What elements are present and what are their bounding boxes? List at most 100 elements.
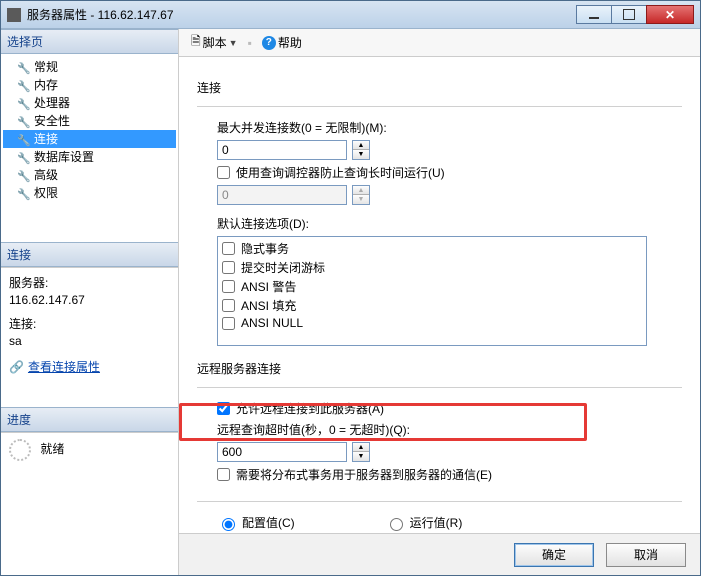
server-label: 服务器: (9, 274, 170, 291)
sidebar-header-conn: 连接 (1, 242, 178, 267)
value-mode-row: 配置值(C) 运行值(R) (217, 514, 682, 531)
sidebar-item-label: 常规 (34, 59, 58, 75)
form-area: 连接 最大并发连接数(0 = 无限制)(M): ▲ ▼ 使用查询调控器防止查询长… (179, 57, 700, 533)
governor-spinner: ▲ ▼ (352, 185, 370, 205)
list-item-checkbox[interactable] (222, 317, 235, 330)
page-tree: 常规 内存 处理器 安全性 连接 数据库设置 高级 权限 (1, 54, 178, 242)
connection-info-panel: 服务器: 116.62.147.67 连接: sa 查看连接属性 (1, 267, 178, 407)
window: 服务器属性 - 116.62.147.67 ✕ 选择页 常规 内存 处理器 安全… (0, 0, 701, 576)
list-item-checkbox[interactable] (222, 261, 235, 274)
server-value: 116.62.147.67 (9, 293, 170, 307)
toolbar-sep: ▪ (248, 36, 252, 50)
use-governor-checkbox[interactable] (217, 166, 230, 179)
run-value-radio[interactable] (390, 518, 403, 531)
sidebar-item-processor[interactable]: 处理器 (3, 94, 176, 112)
content-toolbar: 脚本 ▼ ▪ ? 帮助 (179, 29, 700, 57)
default-opts-list[interactable]: 隐式事务 提交时关闭游标 ANSI 警告 ANSI 填充 ANSI NULL (217, 236, 647, 346)
script-button[interactable]: 脚本 ▼ (187, 30, 242, 55)
sidebar-item-general[interactable]: 常规 (3, 58, 176, 76)
view-conn-props-link[interactable]: 查看连接属性 (28, 358, 100, 375)
run-value-option[interactable]: 运行值(R) (385, 514, 463, 531)
run-value-label: 运行值(R) (410, 514, 463, 531)
spin-down-button[interactable]: ▼ (353, 150, 369, 159)
spin-up-button: ▲ (353, 186, 369, 195)
help-icon: ? (262, 36, 276, 50)
script-icon (191, 32, 201, 53)
list-item-label: ANSI 警告 (241, 278, 296, 295)
sidebar-item-connections[interactable]: 连接 (3, 130, 176, 148)
sidebar-item-label: 处理器 (34, 95, 70, 111)
list-item-label: 提交时关闭游标 (241, 259, 325, 276)
max-conn-input[interactable] (217, 140, 347, 160)
separator (197, 501, 682, 502)
content: 脚本 ▼ ▪ ? 帮助 连接 最大并发连接数(0 = 无限制)(M): ▲ (179, 29, 700, 575)
list-item[interactable]: ANSI 警告 (220, 277, 644, 296)
group-remote: 远程服务器连接 (197, 360, 682, 377)
list-item[interactable]: ANSI 填充 (220, 296, 644, 315)
config-value-option[interactable]: 配置值(C) (217, 514, 295, 531)
wrench-icon (17, 186, 31, 200)
group-connections: 连接 (197, 79, 682, 96)
need-dtc-checkbox[interactable] (217, 468, 230, 481)
config-value-radio[interactable] (222, 518, 235, 531)
sidebar-item-security[interactable]: 安全性 (3, 112, 176, 130)
sidebar-item-label: 数据库设置 (34, 149, 94, 165)
view-conn-props-row: 查看连接属性 (9, 358, 170, 375)
sidebar-item-label: 内存 (34, 77, 58, 93)
script-label: 脚本 (203, 34, 227, 51)
wrench-icon (17, 168, 31, 182)
use-governor-label: 使用查询调控器防止查询长时间运行(U) (236, 164, 445, 181)
sidebar-header-progress: 进度 (1, 407, 178, 432)
remote-timeout-input[interactable] (217, 442, 347, 462)
sidebar-item-memory[interactable]: 内存 (3, 76, 176, 94)
wrench-icon (17, 132, 31, 146)
default-opts-label: 默认连接选项(D): (217, 215, 682, 232)
wrench-icon (17, 96, 31, 110)
wrench-icon (17, 78, 31, 92)
remote-timeout-spinner: ▲ ▼ (352, 442, 370, 462)
sidebar-item-permissions[interactable]: 权限 (3, 184, 176, 202)
sidebar-item-database-settings[interactable]: 数据库设置 (3, 148, 176, 166)
governor-value-row: ▲ ▼ (217, 185, 682, 205)
spin-up-button[interactable]: ▲ (353, 141, 369, 150)
wrench-icon (17, 114, 31, 128)
spin-down-button[interactable]: ▼ (353, 452, 369, 461)
max-conn-spinner: ▲ ▼ (352, 140, 370, 160)
progress-spinner-icon (9, 439, 31, 461)
progress-status: 就绪 (40, 442, 64, 456)
remote-timeout-row: ▲ ▼ (217, 442, 682, 462)
governor-row: 使用查询调控器防止查询长时间运行(U) (217, 164, 682, 181)
progress-panel: 就绪 (1, 432, 178, 575)
maximize-button[interactable] (611, 5, 647, 24)
sidebar-item-advanced[interactable]: 高级 (3, 166, 176, 184)
list-item-checkbox[interactable] (222, 299, 235, 312)
allow-remote-row: 允许远程连接到此服务器(A) (217, 400, 682, 417)
list-item-checkbox[interactable] (222, 280, 235, 293)
max-conn-label: 最大并发连接数(0 = 无限制)(M): (217, 119, 682, 136)
minimize-button[interactable] (576, 5, 612, 24)
ok-button[interactable]: 确定 (514, 543, 594, 567)
help-label: 帮助 (278, 34, 302, 51)
max-conn-row: ▲ ▼ (217, 140, 682, 160)
allow-remote-checkbox[interactable] (217, 402, 230, 415)
spin-up-button[interactable]: ▲ (353, 443, 369, 452)
wrench-icon (17, 150, 31, 164)
sidebar-item-label: 高级 (34, 167, 58, 183)
default-opts-row: 隐式事务 提交时关闭游标 ANSI 警告 ANSI 填充 ANSI NULL (217, 236, 682, 346)
wrench-icon (17, 60, 31, 74)
cancel-button[interactable]: 取消 (606, 543, 686, 567)
list-item[interactable]: 隐式事务 (220, 239, 644, 258)
list-item[interactable]: ANSI NULL (220, 315, 644, 331)
help-button[interactable]: ? 帮助 (258, 32, 306, 53)
body: 选择页 常规 内存 处理器 安全性 连接 数据库设置 高级 权限 连接 服务器:… (1, 29, 700, 575)
separator (197, 387, 682, 388)
chain-icon (9, 360, 24, 374)
need-dtc-row: 需要将分布式事务用于服务器到服务器的通信(E) (217, 466, 682, 483)
sidebar: 选择页 常规 内存 处理器 安全性 连接 数据库设置 高级 权限 连接 服务器:… (1, 29, 179, 575)
list-item[interactable]: 提交时关闭游标 (220, 258, 644, 277)
list-item-label: ANSI 填充 (241, 297, 296, 314)
list-item-label: 隐式事务 (241, 240, 289, 257)
close-button[interactable]: ✕ (646, 5, 694, 24)
list-item-checkbox[interactable] (222, 242, 235, 255)
window-title: 服务器属性 - 116.62.147.67 (27, 6, 577, 23)
